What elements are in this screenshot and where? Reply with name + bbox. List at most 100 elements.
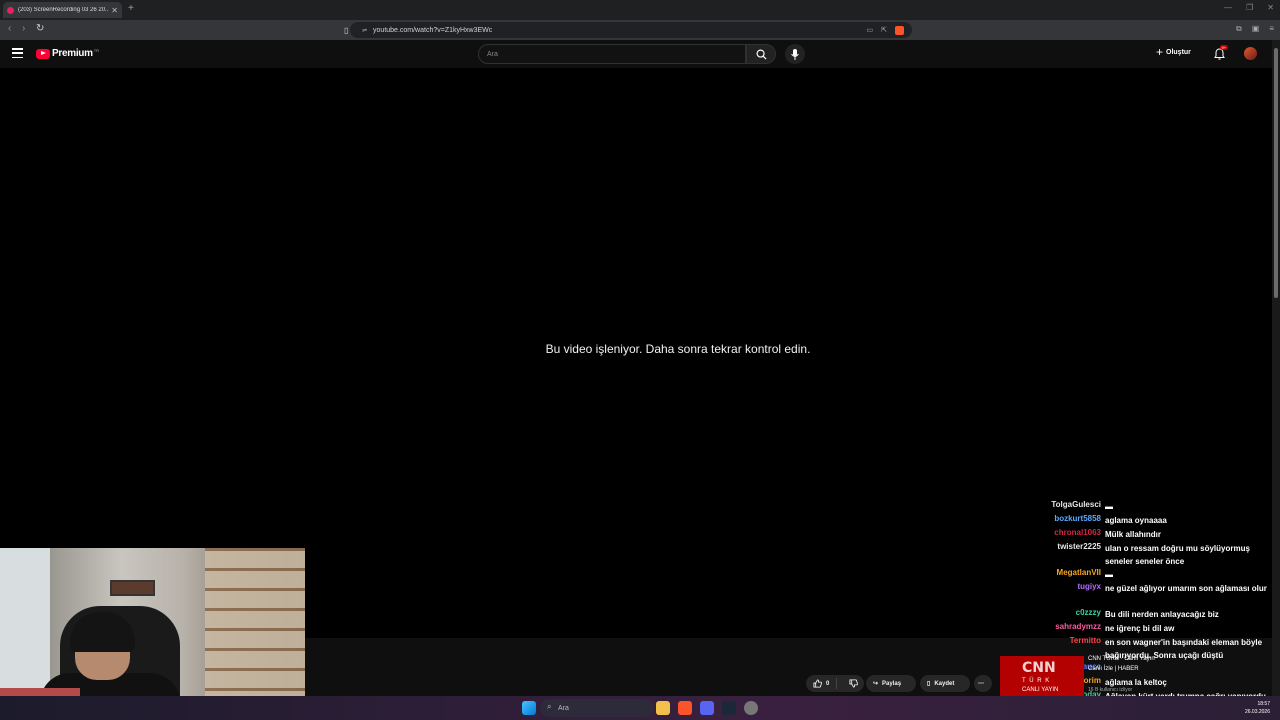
back-icon[interactable]: ‹ <box>8 23 11 34</box>
chat-text: Mülk allahındır <box>1105 530 1162 539</box>
tab-title: (203) ScreenRecording 03 26 20... <box>18 7 109 13</box>
youtube-play-icon <box>36 48 50 59</box>
share-page-icon[interactable]: ⇱ <box>881 26 887 35</box>
save-bookmark-icon: ▯ <box>927 681 931 687</box>
taskbar-search-input[interactable]: ⌕ Ara <box>540 699 654 717</box>
like-dislike-group: 0 <box>806 675 864 692</box>
file-explorer-icon[interactable] <box>656 701 670 715</box>
cast-icon[interactable]: ▭ <box>867 26 874 35</box>
browser-menu-icon[interactable]: ≡ <box>1269 24 1274 34</box>
create-label: Oluştur <box>1166 48 1191 56</box>
site-info-icon[interactable]: ⇌ <box>362 27 367 34</box>
forward-icon[interactable]: › <box>22 23 25 34</box>
scrollbar-thumb[interactable] <box>1274 48 1278 298</box>
system-clock[interactable]: 18:57 26.03.2026 <box>1245 700 1270 716</box>
chat-message: TolgaGulesci ▬ <box>1000 500 1280 513</box>
thumbs-up-icon <box>813 679 822 688</box>
browser-tab[interactable]: (203) ScreenRecording 03 26 20... ✕ <box>3 2 122 18</box>
more-icon: ⋯ <box>978 681 984 687</box>
like-button[interactable]: 0 <box>806 678 838 689</box>
chat-message: c0zzzy Bu dili nerden anlayacağız biz <box>1000 608 1280 621</box>
thumbs-down-icon <box>849 679 859 688</box>
cnn-live-overlay: CNN T Ü R K CANLI YAYIN CNN TÜRK · Canlı… <box>1000 656 1185 696</box>
chat-username: twister2225 <box>1057 542 1101 551</box>
logo-region: TR <box>93 48 100 53</box>
chat-username: tugiyx <box>1077 582 1101 591</box>
webcam-wall-picture <box>110 580 155 596</box>
chat-message: chronal1063 Mülk allahındır <box>1000 528 1280 541</box>
clock-date: 26.03.2026 <box>1244 709 1270 715</box>
sidebar-icon[interactable]: ▣ <box>1252 24 1260 34</box>
start-icon[interactable] <box>522 701 536 715</box>
chat-username: bozkurt5858 <box>1054 514 1101 523</box>
address-bar: ‹ › ↻ ▯ ⇌ youtube.com/watch?v=Z1kyHxw3EW… <box>0 20 1280 40</box>
steam-icon[interactable] <box>722 701 736 715</box>
create-button[interactable]: + Oluştur <box>1156 45 1191 59</box>
cnn-sub: T Ü R K <box>1022 678 1051 684</box>
youtube-logo[interactable]: Premium TR <box>36 48 99 59</box>
search-icon <box>756 49 767 60</box>
avatar[interactable] <box>1244 47 1257 60</box>
more-actions-button[interactable]: ⋯ <box>974 675 992 692</box>
brave-shield-icon[interactable] <box>895 25 904 35</box>
chat-text: Bu dili nerden anlayacağız biz <box>1105 610 1219 619</box>
chat-username: chronal1063 <box>1054 528 1101 537</box>
chat-message: bozkurt5858 aglama oynaaaa <box>1000 514 1280 527</box>
tab-strip: (203) ScreenRecording 03 26 20... ✕ + — … <box>0 0 1280 20</box>
logo-text: Premium <box>52 48 93 59</box>
guide-menu-icon[interactable] <box>12 48 23 58</box>
brave-browser-icon[interactable] <box>678 701 692 715</box>
chat-text: ▬ <box>1105 570 1113 579</box>
cnn-live-label: CANLI YAYIN <box>1022 687 1059 693</box>
tab-favicon-icon <box>7 6 14 14</box>
share-icon: ↪ <box>873 681 879 687</box>
reload-icon[interactable]: ↻ <box>36 23 44 34</box>
search-placeholder: Ara <box>487 50 498 58</box>
notifications-button[interactable]: 9+ <box>1214 45 1228 65</box>
like-count: 0 <box>826 680 830 687</box>
save-label: Kaydet <box>934 680 955 687</box>
taskbar-search-icon: ⌕ <box>547 702 552 711</box>
chat-username: c0zzzy <box>1075 608 1101 617</box>
clock-time: 18:57 <box>1257 701 1270 707</box>
taskbar-search-placeholder: Ara <box>558 704 569 712</box>
processing-message: Bu video işleniyor. Daha sonra tekrar ko… <box>545 342 811 356</box>
plus-icon: + <box>1156 45 1164 59</box>
chat-text: ulan o ressam doğru mu söylüyormuş senel… <box>1105 544 1250 566</box>
cnn-line3: 16 B kullanıcı izliyor <box>1088 687 1133 693</box>
chat-username: sahradymzz <box>1055 622 1101 631</box>
chat-message: MegatlanVII ▬ <box>1000 568 1280 581</box>
bookmark-icon[interactable]: ▯ <box>344 26 348 35</box>
chat-message: twister2225 ulan o ressam doğru mu söylüy… <box>1000 542 1280 568</box>
dislike-button[interactable] <box>841 679 866 688</box>
chat-username: TolgaGulesci <box>1051 500 1101 509</box>
window-controls: — ❐ ✕ <box>1224 3 1274 12</box>
microphone-icon <box>791 48 799 60</box>
obs-icon[interactable] <box>744 701 758 715</box>
chat-text: aglama oynaaaa <box>1105 516 1167 525</box>
save-button[interactable]: ▯ Kaydet <box>920 675 970 692</box>
tab-close-icon[interactable]: ✕ <box>111 6 118 15</box>
extensions-icon[interactable]: ⧉ <box>1236 24 1242 34</box>
voice-search-button[interactable] <box>785 44 805 64</box>
url-text: youtube.com/watch?v=Z1kyHxw3EWc <box>373 26 493 34</box>
search-button[interactable] <box>746 44 776 64</box>
notification-badge: 9+ <box>1220 45 1228 50</box>
share-button[interactable]: ↪ Paylaş <box>866 675 916 692</box>
maximize-icon[interactable]: ❐ <box>1246 3 1253 12</box>
close-window-icon[interactable]: ✕ <box>1267 3 1274 12</box>
chat-message: sahradymzz ne iğrenç bi dil aw <box>1000 622 1280 635</box>
share-label: Paylaş <box>882 680 902 687</box>
cnn-line1: CNN TÜRK · Canlı Yayın <box>1088 656 1155 662</box>
new-tab-icon[interactable]: + <box>128 3 134 14</box>
youtube-masthead: Premium TR Ara + Oluştur 9+ <box>0 40 1272 68</box>
webcam-bookshelf <box>205 548 305 720</box>
url-field[interactable]: ▯ ⇌ youtube.com/watch?v=Z1kyHxw3EWc ▭ ⇱ <box>344 22 912 38</box>
chat-username: MegatlanVII <box>1056 568 1101 577</box>
search-input[interactable]: Ara <box>478 44 746 64</box>
chat-message: tugiyx ne güzel ağlıyor umarım son ağlama… <box>1000 582 1280 595</box>
discord-icon[interactable] <box>700 701 714 715</box>
cnn-line2: Canlı İzle | HABER <box>1088 666 1139 672</box>
chat-text: ne iğrenç bi dil aw <box>1105 624 1175 633</box>
minimize-icon[interactable]: — <box>1224 3 1232 12</box>
